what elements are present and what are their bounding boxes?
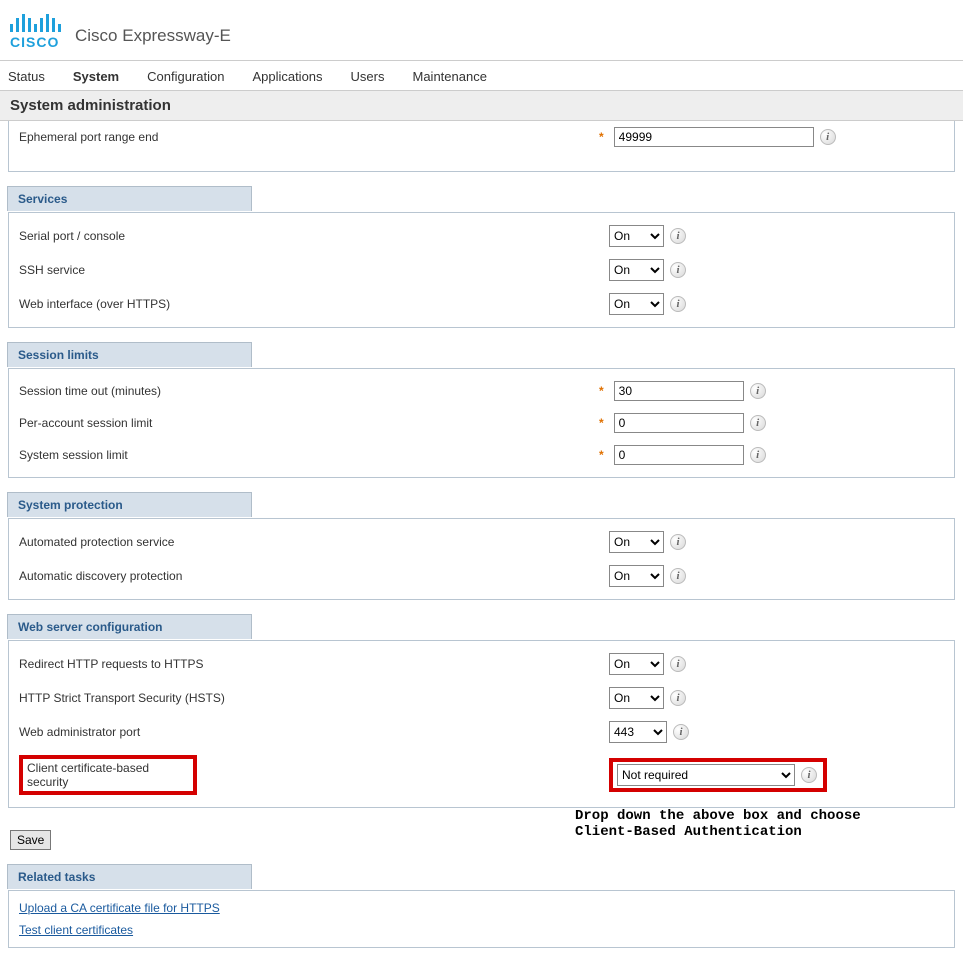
- nav-users[interactable]: Users: [351, 69, 385, 84]
- hsts-label: HTTP Strict Transport Security (HSTS): [19, 691, 609, 705]
- client-cert-value-highlight: Not required i: [609, 758, 827, 792]
- cisco-bars-icon: [10, 8, 61, 32]
- info-icon[interactable]: i: [670, 690, 686, 706]
- required-marker: *: [599, 130, 604, 144]
- required-marker: *: [599, 448, 604, 462]
- automatic-discovery-label: Automatic discovery protection: [19, 569, 609, 583]
- info-icon[interactable]: i: [670, 534, 686, 550]
- test-client-certs-link[interactable]: Test client certificates: [19, 923, 133, 937]
- ssh-service-label: SSH service: [19, 263, 609, 277]
- info-icon[interactable]: i: [670, 656, 686, 672]
- services-header: Services: [7, 186, 252, 211]
- info-icon[interactable]: i: [750, 447, 766, 463]
- web-server-header: Web server configuration: [7, 614, 252, 639]
- info-icon[interactable]: i: [801, 767, 817, 783]
- web-admin-port-select[interactable]: 443: [609, 721, 667, 743]
- nav-system[interactable]: System: [73, 69, 119, 84]
- automated-protection-select[interactable]: On: [609, 531, 664, 553]
- upload-ca-cert-link[interactable]: Upload a CA certificate file for HTTPS: [19, 901, 220, 915]
- redirect-http-label: Redirect HTTP requests to HTTPS: [19, 657, 609, 671]
- ephemeral-port-range-end-input[interactable]: [614, 127, 814, 147]
- hsts-row: HTTP Strict Transport Security (HSTS) On…: [9, 681, 954, 715]
- info-icon[interactable]: i: [670, 262, 686, 278]
- info-icon[interactable]: i: [820, 129, 836, 145]
- required-marker: *: [599, 384, 604, 398]
- app-header: CISCO Cisco Expressway-E: [0, 0, 963, 61]
- related-tasks-header: Related tasks: [7, 864, 252, 889]
- client-cert-label-highlight: Client certificate-based security: [19, 755, 197, 795]
- web-interface-select[interactable]: On: [609, 293, 664, 315]
- per-account-limit-input[interactable]: [614, 413, 744, 433]
- web-admin-port-row: Web administrator port 443 i: [9, 715, 954, 749]
- info-icon[interactable]: i: [750, 383, 766, 399]
- nav-applications[interactable]: Applications: [252, 69, 322, 84]
- automatic-discovery-select[interactable]: On: [609, 565, 664, 587]
- hsts-select[interactable]: On: [609, 687, 664, 709]
- nav-maintenance[interactable]: Maintenance: [413, 69, 487, 84]
- client-cert-select[interactable]: Not required: [617, 764, 795, 786]
- ephemeral-port-range-end-row: Ephemeral port range end * i: [9, 121, 954, 153]
- system-protection-panel: Automated protection service On i Automa…: [8, 518, 955, 600]
- related-tasks-panel: Upload a CA certificate file for HTTPS T…: [8, 890, 955, 948]
- serial-port-row: Serial port / console On i: [9, 219, 954, 253]
- per-account-limit-row: Per-account session limit * i: [9, 407, 954, 439]
- services-panel: Serial port / console On i SSH service O…: [8, 212, 955, 328]
- save-button[interactable]: Save: [10, 830, 51, 850]
- nav-status[interactable]: Status: [8, 69, 45, 84]
- web-admin-port-label: Web administrator port: [19, 725, 609, 739]
- page-title: System administration: [0, 90, 963, 121]
- nav-configuration[interactable]: Configuration: [147, 69, 224, 84]
- info-icon[interactable]: i: [670, 228, 686, 244]
- required-marker: *: [599, 416, 604, 430]
- redirect-http-row: Redirect HTTP requests to HTTPS On i: [9, 647, 954, 681]
- cisco-logo: CISCO: [10, 8, 61, 50]
- info-icon[interactable]: i: [670, 296, 686, 312]
- per-account-limit-label: Per-account session limit: [19, 416, 609, 430]
- ssh-service-row: SSH service On i: [9, 253, 954, 287]
- ephemeral-port-range-end-label: Ephemeral port range end: [19, 130, 609, 144]
- info-icon[interactable]: i: [673, 724, 689, 740]
- session-timeout-row: Session time out (minutes) * i: [9, 375, 954, 407]
- web-interface-label: Web interface (over HTTPS): [19, 297, 609, 311]
- ssh-service-select[interactable]: On: [609, 259, 664, 281]
- cisco-brand-text: CISCO: [10, 34, 61, 50]
- serial-port-select[interactable]: On: [609, 225, 664, 247]
- client-cert-row: Client certificate-based security Not re…: [9, 749, 954, 801]
- session-limits-panel: Session time out (minutes) * i Per-accou…: [8, 368, 955, 478]
- session-timeout-input[interactable]: [614, 381, 744, 401]
- info-icon[interactable]: i: [750, 415, 766, 431]
- ephemeral-panel: Ephemeral port range end * i: [8, 121, 955, 172]
- annotation-text: Drop down the above box and choose Clien…: [575, 808, 861, 840]
- automated-protection-row: Automated protection service On i: [9, 525, 954, 559]
- serial-port-label: Serial port / console: [19, 229, 609, 243]
- primary-nav: Status System Configuration Applications…: [0, 61, 963, 90]
- system-protection-header: System protection: [7, 492, 252, 517]
- session-timeout-label: Session time out (minutes): [19, 384, 609, 398]
- redirect-http-select[interactable]: On: [609, 653, 664, 675]
- session-limits-header: Session limits: [7, 342, 252, 367]
- web-server-panel: Redirect HTTP requests to HTTPS On i HTT…: [8, 640, 955, 808]
- info-icon[interactable]: i: [670, 568, 686, 584]
- web-interface-row: Web interface (over HTTPS) On i: [9, 287, 954, 321]
- client-cert-label: Client certificate-based security: [27, 761, 149, 789]
- system-session-limit-label: System session limit: [19, 448, 609, 462]
- product-name: Cisco Expressway-E: [75, 26, 231, 46]
- system-session-limit-row: System session limit * i: [9, 439, 954, 471]
- system-session-limit-input[interactable]: [614, 445, 744, 465]
- automatic-discovery-row: Automatic discovery protection On i: [9, 559, 954, 593]
- automated-protection-label: Automated protection service: [19, 535, 609, 549]
